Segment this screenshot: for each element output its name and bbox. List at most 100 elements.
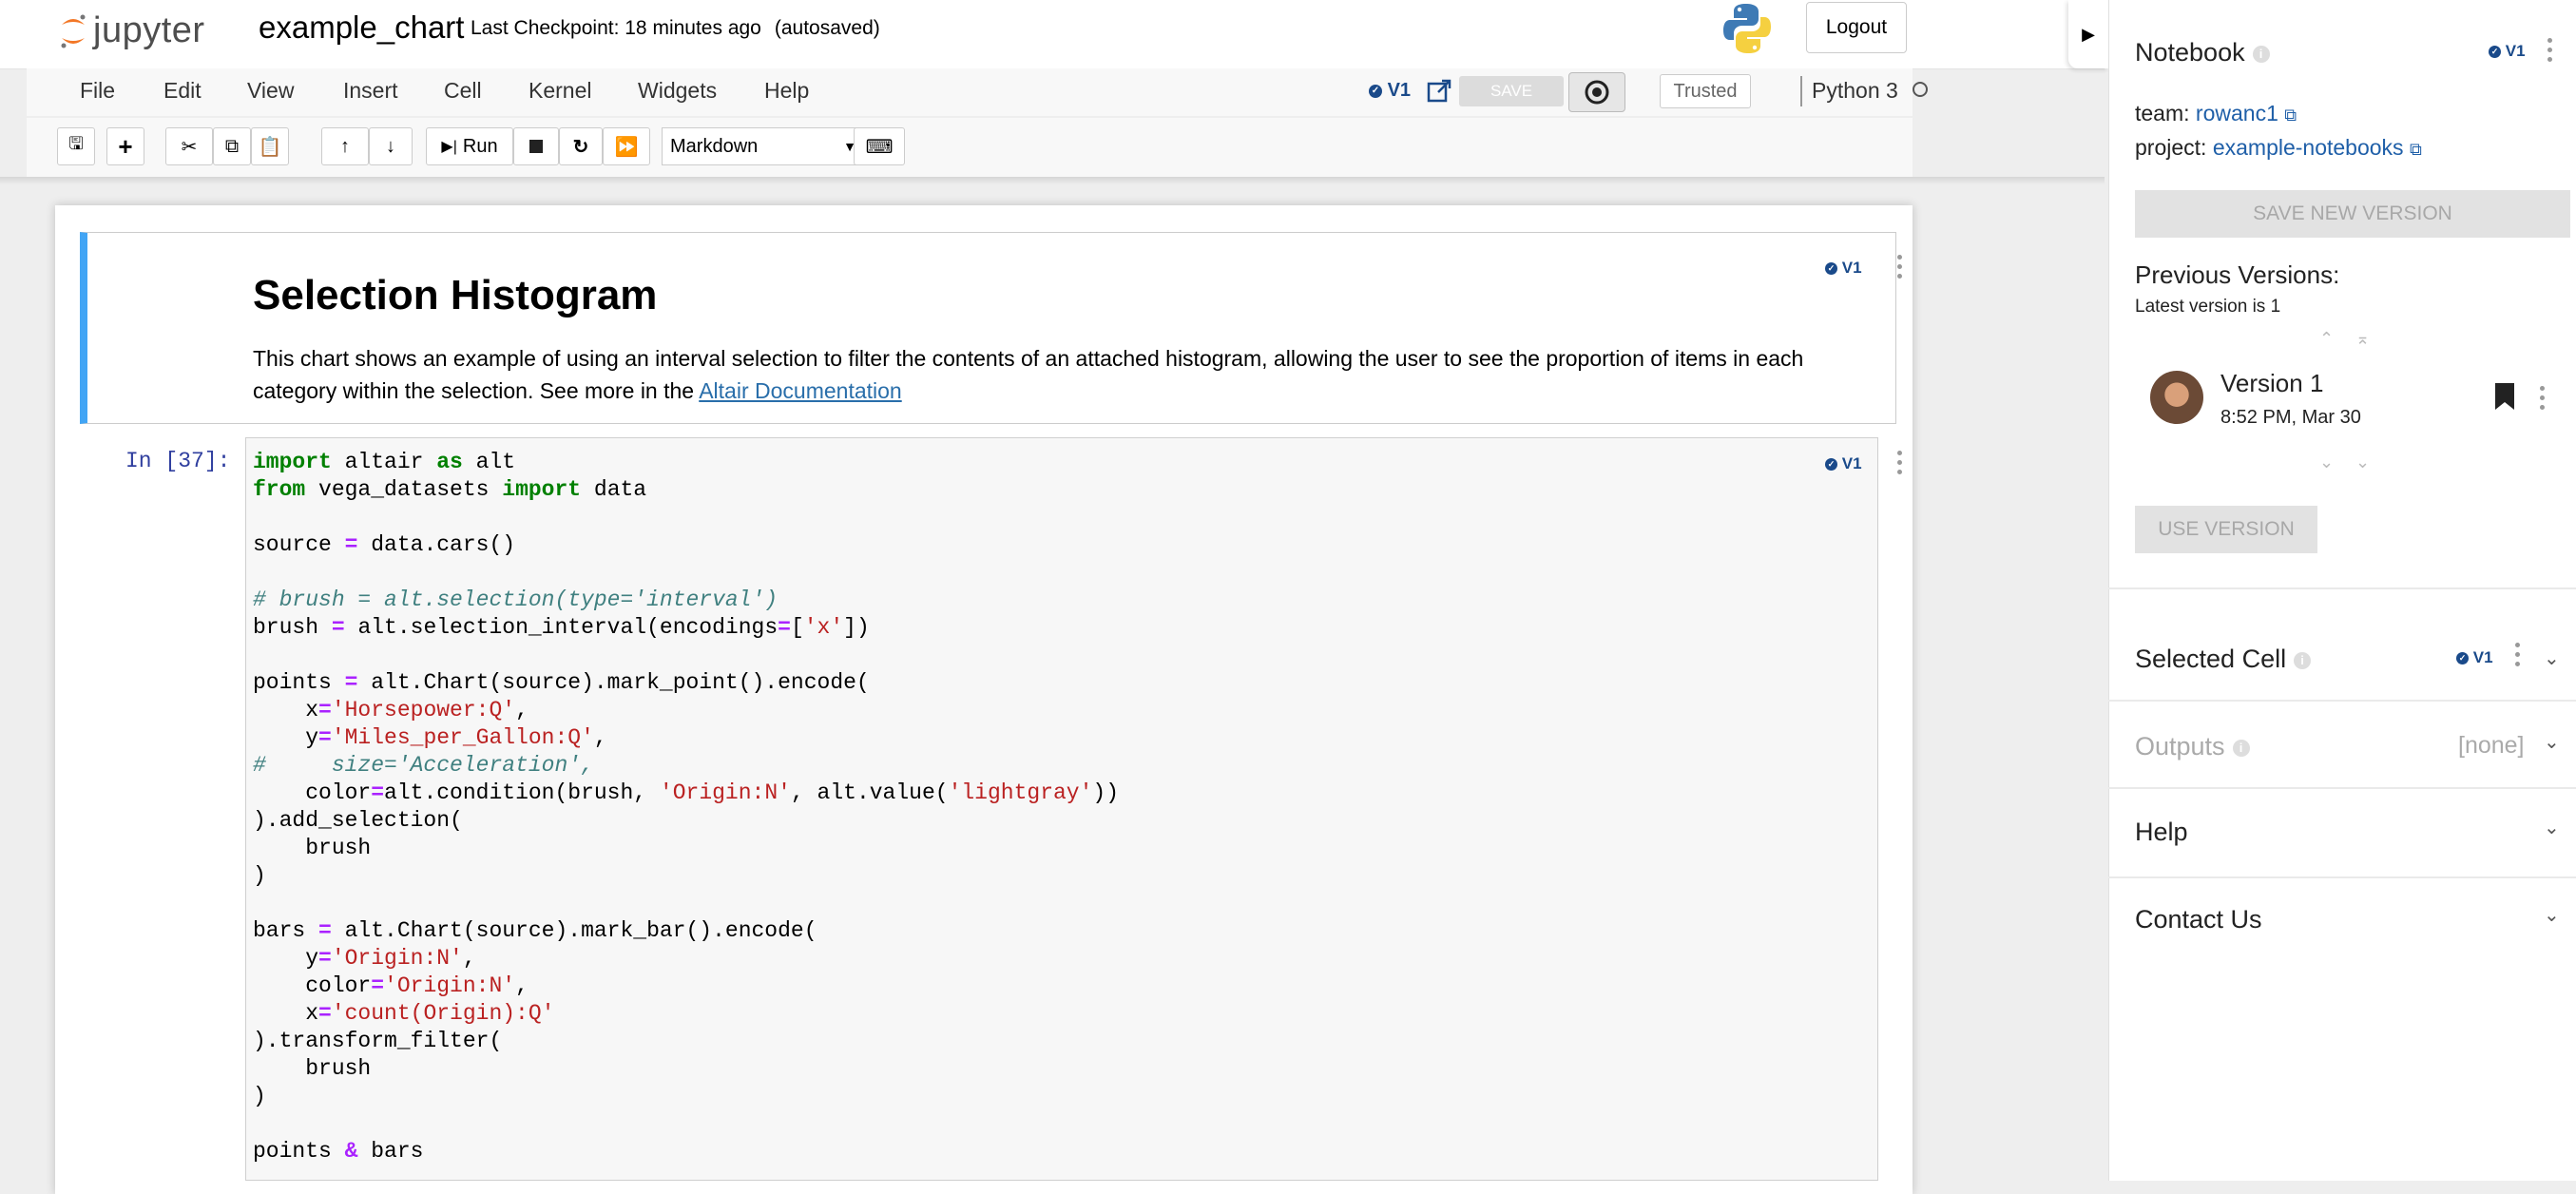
info-icon[interactable]: i xyxy=(2294,651,2312,669)
project-link[interactable]: example-notebooks xyxy=(2213,135,2404,160)
save-button[interactable]: 🖫 xyxy=(57,127,95,165)
chevron-up-icon[interactable]: ⌃ xyxy=(2319,329,2334,349)
header-shadow xyxy=(0,177,2105,184)
panel-collapse-toggle[interactable]: ▶ xyxy=(2068,0,2108,68)
menu-widgets[interactable]: Widgets xyxy=(638,78,717,104)
code-line: # size='Acceleration', xyxy=(253,753,594,778)
bookmark-icon[interactable] xyxy=(2494,382,2515,411)
avatar xyxy=(2150,371,2203,424)
help-section[interactable]: Help xyxy=(2135,818,2188,847)
command-palette-button[interactable]: ⌨ xyxy=(854,127,905,165)
version-name[interactable]: Version 1 xyxy=(2220,369,2323,398)
notebook-section-label: Notebook xyxy=(2135,38,2245,67)
code-line: import altair as alt xyxy=(253,450,516,474)
notebook-panel-menu-icon[interactable] xyxy=(2547,38,2553,67)
paste-icon: 📋 xyxy=(258,136,282,158)
cut-button[interactable]: ✂ xyxy=(165,127,213,165)
run-label: Run xyxy=(462,135,498,157)
code-line: ) xyxy=(253,863,266,888)
markdown-cell-text: This chart shows an example of using an … xyxy=(253,342,1840,407)
check-circle-icon: ✓ xyxy=(1825,458,1837,472)
insert-cell-button[interactable]: + xyxy=(106,127,144,165)
chevron-down-icon[interactable]: ⌄ xyxy=(2544,903,2560,927)
move-up-button[interactable]: ↑ xyxy=(321,127,369,165)
copy-button[interactable]: ⧉ xyxy=(213,127,251,165)
selected-cell-version-label: V1 xyxy=(2472,648,2493,666)
external-link-icon[interactable]: ⧉ xyxy=(2410,140,2422,159)
paste-button[interactable]: 📋 xyxy=(251,127,289,165)
double-chevron-down-icon[interactable]: ⌄ xyxy=(2355,453,2370,472)
code-cell-source[interactable]: import altair as alt from vega_datasets … xyxy=(253,449,1119,1165)
markdown-cell-body: This chart shows an example of using an … xyxy=(253,346,1804,403)
jupyter-logo[interactable]: jupyter xyxy=(59,4,205,57)
chevron-down-icon[interactable]: ⌄ xyxy=(2544,730,2560,754)
check-circle-icon: ✓ xyxy=(1825,262,1837,276)
code-cell-menu-icon[interactable] xyxy=(1897,451,1903,479)
logout-button[interactable]: Logout xyxy=(1806,2,1907,53)
menu-cell[interactable]: Cell xyxy=(444,78,482,104)
menu-view[interactable]: View xyxy=(247,78,294,104)
kernel-separator xyxy=(1800,76,1802,106)
interrupt-button[interactable] xyxy=(513,127,559,165)
external-link-icon[interactable] xyxy=(1426,78,1452,105)
code-line: y='Miles_per_Gallon:Q', xyxy=(253,725,607,750)
outputs-label: Outputs xyxy=(2135,732,2225,761)
altair-documentation-link[interactable]: Altair Documentation xyxy=(699,378,902,403)
stop-icon xyxy=(529,140,543,153)
run-button[interactable]: ▶| Run xyxy=(426,127,513,165)
restart-run-all-button[interactable]: ⏩ xyxy=(603,127,650,165)
save-new-version-button[interactable]: SAVE NEW VERSION xyxy=(2135,190,2570,238)
contact-us-section[interactable]: Contact Us xyxy=(2135,905,2262,934)
chevron-down-icon[interactable]: ⌄ xyxy=(2319,453,2334,472)
menu-edit[interactable]: Edit xyxy=(163,78,202,104)
notebook-panel-version-badge[interactable]: ✓ V1 xyxy=(2489,42,2526,61)
menu-kernel[interactable]: Kernel xyxy=(529,78,591,104)
code-line: bars = alt.Chart(source).mark_bar().enco… xyxy=(253,918,817,943)
menu-file[interactable]: File xyxy=(80,78,115,104)
arrow-down-icon: ↓ xyxy=(386,135,395,157)
version-menu-icon[interactable] xyxy=(2540,386,2546,414)
use-version-button[interactable]: USE VERSION xyxy=(2135,506,2317,553)
external-link-icon[interactable]: ⧉ xyxy=(2284,106,2297,125)
code-line: ).add_selection( xyxy=(253,808,463,833)
move-down-button[interactable]: ↓ xyxy=(369,127,413,165)
trusted-indicator[interactable]: Trusted xyxy=(1660,74,1751,108)
outputs-value: [none] xyxy=(2458,732,2525,759)
toolbar: 🖫 + ✂ ⧉ 📋 ↑ ↓ ▶| Run ↻ ⏩ Markdown ▼ ⌨ xyxy=(27,118,1913,177)
team-link[interactable]: rowanc1 xyxy=(2196,101,2278,125)
selected-cell-menu-icon[interactable] xyxy=(2515,643,2521,671)
outputs-section[interactable]: Outputs i xyxy=(2135,732,2250,761)
selected-cell-section[interactable]: Selected Cell i xyxy=(2135,645,2312,674)
right-panel xyxy=(2108,0,2576,1181)
selected-cell-version-badge[interactable]: ✓ V1 xyxy=(2456,648,2493,667)
double-chevron-up-icon[interactable]: ⌅ xyxy=(2355,329,2370,349)
input-prompt: In [37]: xyxy=(125,449,231,473)
info-icon[interactable]: i xyxy=(2232,739,2250,757)
markdown-cell-menu-icon[interactable] xyxy=(1897,255,1903,283)
code-line: points & bars xyxy=(253,1139,424,1164)
jupyter-orbit-icon xyxy=(61,14,86,48)
code-line: ) xyxy=(253,1084,266,1108)
restart-button[interactable]: ↻ xyxy=(559,127,603,165)
menu-insert[interactable]: Insert xyxy=(343,78,398,104)
code-cell-version-badge[interactable]: ✓ V1 xyxy=(1825,454,1862,473)
panel-divider xyxy=(2108,876,2576,878)
save-version-button[interactable]: SAVE xyxy=(1459,76,1564,106)
chevron-down-icon[interactable]: ⌄ xyxy=(2544,816,2560,839)
menu-help[interactable]: Help xyxy=(764,78,809,104)
notebook-version-badge[interactable]: ✓ V1 xyxy=(1369,80,1411,102)
code-line: # brush = alt.selection(type='interval') xyxy=(253,587,779,612)
notebook-name[interactable]: example_chart xyxy=(259,10,464,46)
notebook-header: jupyter example_chart Last Checkpoint: 1… xyxy=(0,0,2105,68)
step-forward-icon: ▶| xyxy=(441,139,457,155)
code-line: brush xyxy=(253,836,372,860)
caret-right-icon: ▶ xyxy=(2082,24,2095,44)
code-line: brush = alt.selection_interval(encodings… xyxy=(253,615,870,640)
scissors-icon: ✂ xyxy=(181,136,198,158)
code-line: color='Origin:N', xyxy=(253,973,529,998)
record-button[interactable] xyxy=(1568,72,1625,112)
markdown-cell-version-badge[interactable]: ✓ V1 xyxy=(1825,259,1862,278)
cell-type-select[interactable]: Markdown ▼ xyxy=(662,127,865,165)
info-icon[interactable]: i xyxy=(2252,45,2270,63)
chevron-down-icon[interactable]: ⌄ xyxy=(2544,646,2560,670)
